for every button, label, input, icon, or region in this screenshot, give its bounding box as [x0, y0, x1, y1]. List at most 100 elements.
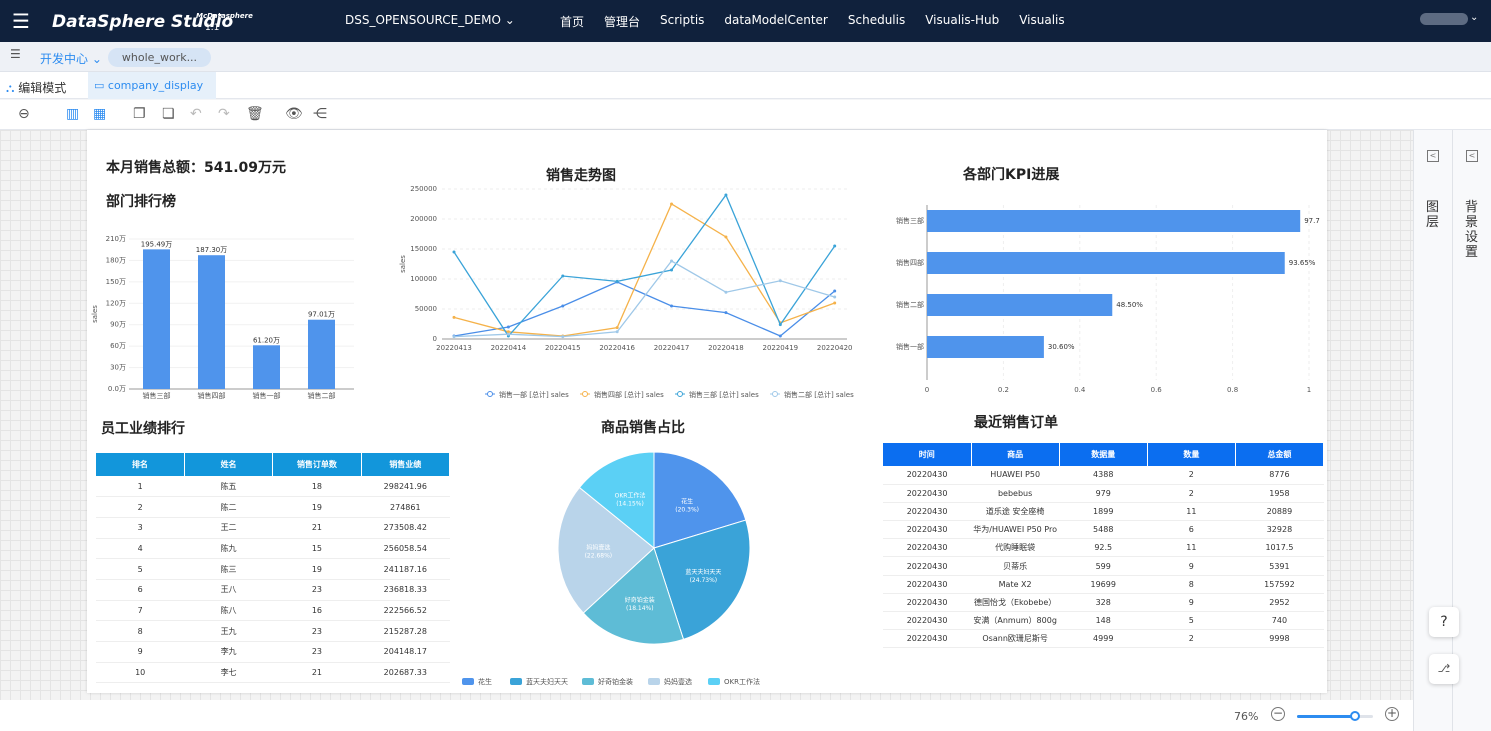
- orders-cell: 9: [1147, 593, 1236, 613]
- background-settings-label[interactable]: 背景设置: [1465, 200, 1479, 260]
- orders-cell: 20220430: [883, 502, 972, 522]
- table-row[interactable]: 20220430 HUAWEI P50 4388 2 8776: [883, 466, 1324, 485]
- employee-cell: 236818.33: [361, 579, 450, 601]
- share-icon[interactable]: ⋲: [313, 106, 327, 122]
- product-title[interactable]: 商品销售占比: [601, 417, 685, 437]
- table-row[interactable]: 10 李七 21 202687.33: [96, 662, 450, 684]
- collapse-icon[interactable]: <: [1427, 150, 1439, 162]
- help-button[interactable]: ?: [1429, 607, 1459, 637]
- grid-icon[interactable]: ▦: [93, 106, 106, 122]
- table-row[interactable]: 1 陈五 18 298241.96: [96, 476, 450, 498]
- back-icon[interactable]: ⊖: [18, 106, 30, 122]
- chart-icon[interactable]: ▥: [66, 106, 79, 122]
- employee-header-cell[interactable]: 销售业绩: [361, 453, 451, 476]
- table-row[interactable]: 20220430 贝蒂乐 599 9 5391: [883, 556, 1324, 576]
- shortcut-button[interactable]: ⎇: [1429, 654, 1459, 684]
- product-pie-chart[interactable]: 花生(20.3%)蓝天夫妇天天(24.73%)好奇铂金装(18.14%)妈妈壹选…: [447, 445, 887, 693]
- menu-icon[interactable]: ☰: [12, 11, 30, 31]
- kpi-chart[interactable]: 00.20.40.60.81KPI销售三部97.7销售四部93.65%销售二部4…: [882, 200, 1322, 400]
- redo-icon[interactable]: ↷: [218, 106, 230, 122]
- dev-center-dropdown[interactable]: 开发中心 ⌄: [40, 50, 102, 67]
- workspace-selector[interactable]: DSS_OPENSOURCE_DEMO ⌄: [345, 13, 515, 27]
- undo-icon[interactable]: ↶: [190, 106, 202, 122]
- legend-marker: [772, 391, 778, 397]
- employee-cell: 10: [96, 662, 185, 684]
- dept-rank-title[interactable]: 部门排行榜: [106, 191, 176, 211]
- table-row[interactable]: 20220430 德国怡戈（Ekobebe） 328 9 2952: [883, 593, 1324, 613]
- employee-cell: 23: [272, 579, 362, 601]
- kpi-title[interactable]: 各部门KPI进展: [963, 164, 1059, 184]
- nav-datamodelcenter[interactable]: dataModelCenter: [724, 13, 827, 30]
- delete-icon[interactable]: 🗑: [246, 106, 264, 122]
- legend-swatch: [510, 678, 522, 685]
- nav-visualis[interactable]: Visualis: [1019, 13, 1064, 30]
- nav-console[interactable]: 管理台: [604, 13, 640, 30]
- layers-label[interactable]: 图层: [1426, 200, 1440, 230]
- employee-cell: 5: [96, 558, 185, 580]
- list-icon[interactable]: ☰: [10, 47, 21, 61]
- table-row[interactable]: 3 王二 21 273508.42: [96, 517, 450, 539]
- table-row[interactable]: 20220430 Osann欧珊尼斯号 4999 2 9998: [883, 629, 1324, 649]
- orders-header-cell[interactable]: 商品: [971, 443, 1060, 466]
- zoom-slider-handle[interactable]: [1349, 711, 1360, 721]
- zoom-out-icon[interactable]: −: [1271, 707, 1285, 721]
- table-row[interactable]: 20220430 道乐途 安全座椅 1899 11 20889: [883, 502, 1324, 522]
- table-row[interactable]: 20220430 代购睡眠袋 92.5 11 1017.5: [883, 538, 1324, 558]
- table-row[interactable]: 9 李九 23 204148.17: [96, 641, 450, 663]
- top-nav: 首页 管理台 Scriptis dataModelCenter Scheduli…: [560, 13, 1085, 30]
- orders-title[interactable]: 最近销售订单: [974, 412, 1058, 432]
- table-row[interactable]: 5 陈三 19 241187.16: [96, 558, 450, 580]
- legend-label: OKR工作法: [724, 677, 760, 686]
- preview-icon[interactable]: 👁: [285, 106, 303, 122]
- employee-title[interactable]: 员工业绩排行: [101, 418, 185, 438]
- chevron-down-icon[interactable]: ⌄: [1470, 12, 1478, 23]
- employee-cell: 陈二: [184, 496, 273, 518]
- total-sales-title[interactable]: 本月销售总额：541.09万元: [106, 157, 286, 177]
- employee-cell: 256058.54: [361, 538, 450, 560]
- orders-header-cell[interactable]: 数据量: [1059, 443, 1148, 466]
- employee-cell: 陈三: [184, 558, 273, 580]
- table-row[interactable]: 4 陈九 15 256058.54: [96, 538, 450, 560]
- copy-icon[interactable]: ❐: [133, 106, 146, 122]
- nav-schedulis[interactable]: Schedulis: [848, 13, 905, 30]
- data-label: 30.60%: [1048, 343, 1075, 351]
- table-row[interactable]: 20220430 bebebus 979 2 1958: [883, 484, 1324, 503]
- employee-cell: 陈五: [184, 476, 273, 498]
- collapse-icon[interactable]: <: [1466, 150, 1478, 162]
- table-row[interactable]: 7 陈八 16 222566.52: [96, 600, 450, 622]
- nav-home[interactable]: 首页: [560, 13, 584, 30]
- zoom-in-icon[interactable]: +: [1385, 707, 1399, 721]
- orders-header-cell[interactable]: 总金额: [1235, 443, 1325, 466]
- employee-header-cell[interactable]: 姓名: [184, 453, 274, 476]
- orders-cell: 2: [1147, 466, 1236, 485]
- table-row[interactable]: 20220430 安满（Anmum）800g 148 5 740: [883, 611, 1324, 631]
- employee-header-cell[interactable]: 销售订单数: [272, 453, 362, 476]
- dept-rank-chart[interactable]: 0.0万 30万 60万 90万 120万 150万 180万 210万 sales 195.49…: [87, 225, 377, 410]
- nav-scriptis[interactable]: Scriptis: [660, 13, 704, 30]
- orders-header-cell[interactable]: 数量: [1147, 443, 1236, 466]
- table-row[interactable]: 20220430 华为/HUAWEI P50 Pro 5488 6 32928: [883, 520, 1324, 540]
- paste-icon[interactable]: ❏: [162, 106, 175, 122]
- tab-edit-mode[interactable]: ⛬ 编辑模式: [6, 79, 66, 96]
- orders-table: 时间 商品 数据量 数量 总金额 20220430 HUAWEI P50 4388 2 8776 2…: [883, 443, 1325, 649]
- workflow-pill[interactable]: whole_work...: [108, 48, 211, 67]
- table-row[interactable]: 6 王八 23 236818.33: [96, 579, 450, 601]
- zoom-slider[interactable]: [1297, 711, 1373, 721]
- y-tick-label: 销售三部: [896, 216, 924, 225]
- table-row[interactable]: 8 王九 23 215287.28: [96, 620, 450, 642]
- tab-company-display[interactable]: ▭ company_display: [88, 72, 216, 99]
- nav-visualis-hub[interactable]: Visualis-Hub: [925, 13, 999, 30]
- table-row[interactable]: 2 陈二 19 274861: [96, 496, 450, 518]
- dev-center-label: 开发中心: [40, 52, 89, 66]
- orders-header-cell[interactable]: 时间: [883, 443, 972, 466]
- employee-cell: 273508.42: [361, 517, 450, 539]
- employee-cell: 23: [272, 641, 362, 663]
- employee-header-cell[interactable]: 排名: [96, 453, 185, 476]
- x-tick-label: 20220413: [436, 344, 472, 352]
- data-point: [506, 332, 510, 336]
- table-row[interactable]: 20220430 Mate X2 19699 8 157592: [883, 575, 1324, 594]
- employee-table: 排名 姓名 销售订单数 销售业绩 1 陈五 18 298241.96 2 陈二 19 274861 3 王…: [96, 453, 451, 684]
- trend-chart[interactable]: 0 50000 100000 150000 200000 250000 20220413 20…: [397, 182, 867, 407]
- avatar[interactable]: [1420, 13, 1468, 25]
- orders-cell: 安满（Anmum）800g: [971, 611, 1060, 631]
